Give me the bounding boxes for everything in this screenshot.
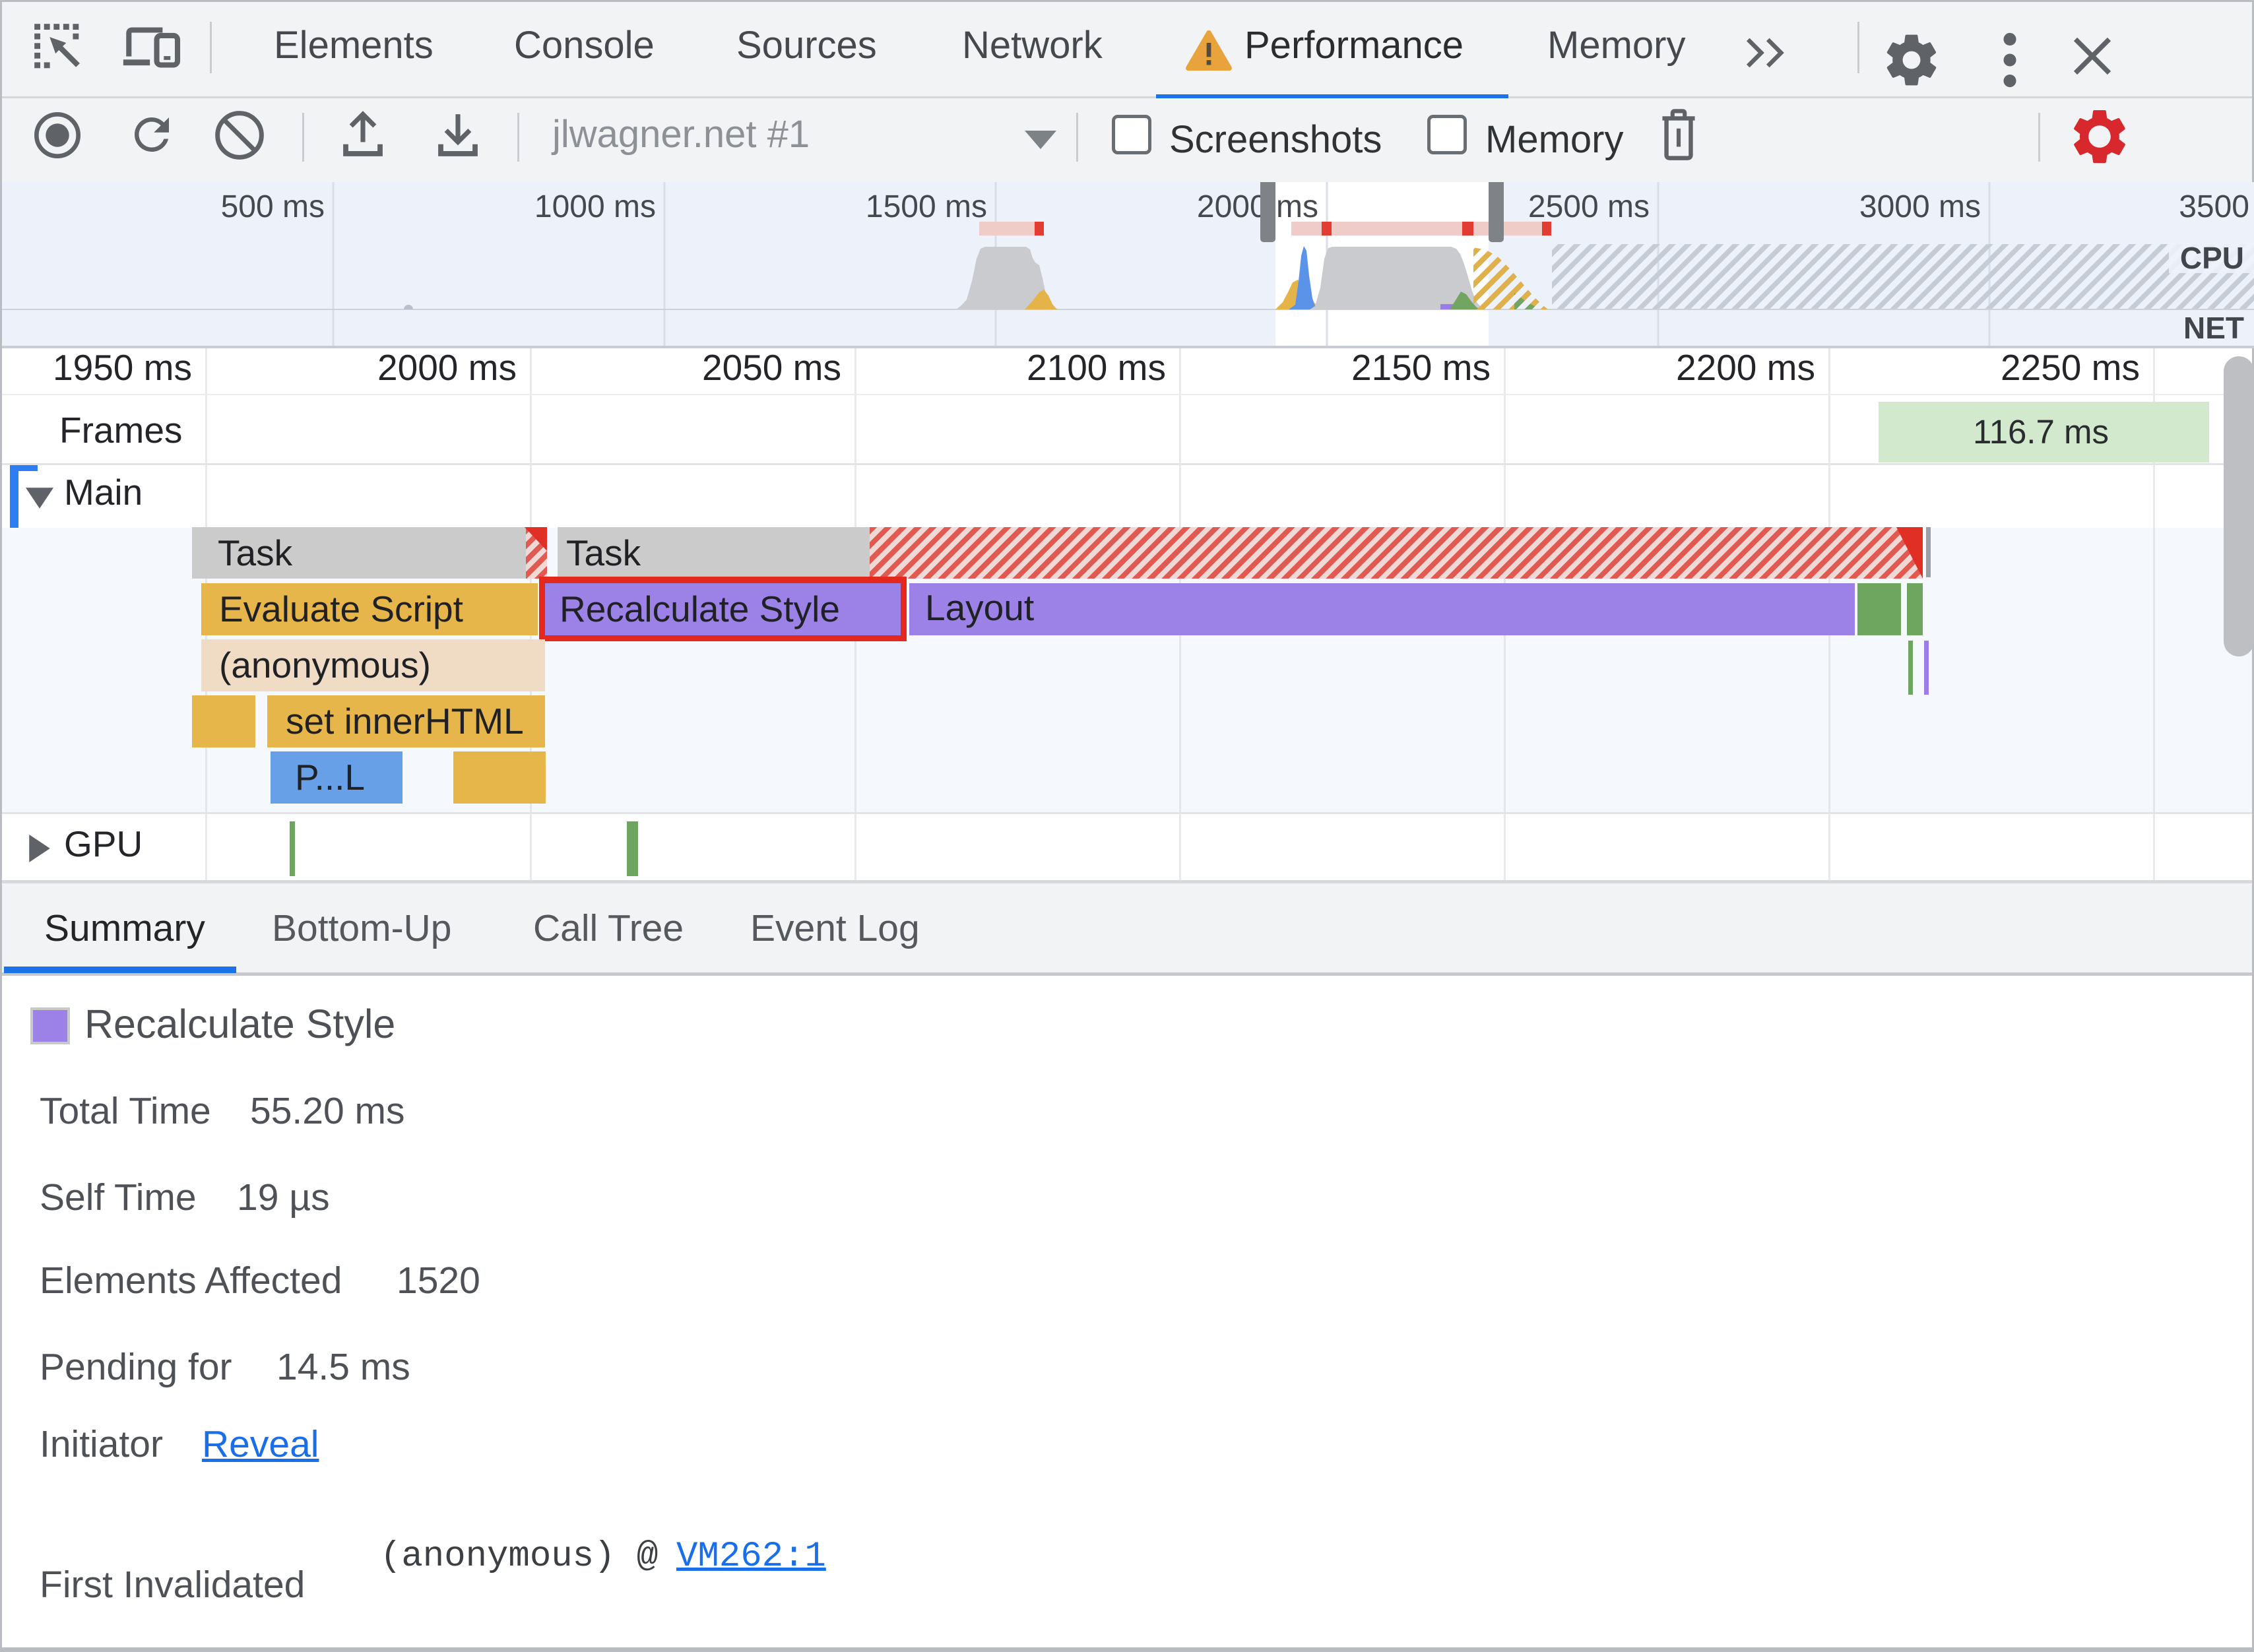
svg-text:1500 ms: 1500 ms bbox=[866, 189, 987, 224]
svg-text:3500: 3500 bbox=[2179, 189, 2249, 224]
svg-text:2500 ms: 2500 ms bbox=[1528, 189, 1650, 224]
svg-text:CPU: CPU bbox=[2180, 241, 2244, 275]
svg-text:3000 ms: 3000 ms bbox=[1859, 189, 1981, 224]
svg-text:500 ms: 500 ms bbox=[221, 189, 325, 224]
svg-text:1000 ms: 1000 ms bbox=[534, 189, 656, 224]
svg-text:NET: NET bbox=[2183, 311, 2244, 345]
svg-text:2000 ms: 2000 ms bbox=[1197, 189, 1318, 224]
